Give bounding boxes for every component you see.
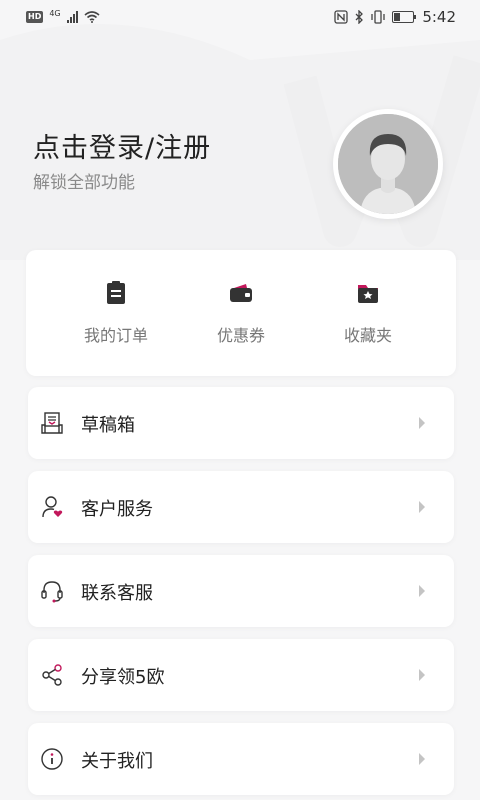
- chevron-right-icon: [419, 417, 425, 429]
- menu-label-about-us: 关于我们: [81, 751, 153, 772]
- coupon-wallet-icon: [230, 284, 252, 302]
- draft-box-icon: [41, 412, 63, 434]
- status-time: 5:42: [422, 8, 456, 26]
- vibrate-icon: [371, 10, 385, 24]
- menu-item-about-us[interactable]: 关于我们: [28, 723, 454, 795]
- customer-service-icon: [42, 496, 63, 518]
- avatar[interactable]: [333, 109, 443, 219]
- default-avatar-icon: [338, 114, 438, 214]
- login-subtitle: 解锁全部功能: [33, 173, 135, 193]
- chevron-right-icon: [419, 669, 425, 681]
- menu-label-contact-support: 联系客服: [81, 583, 153, 604]
- favorites-folder-icon: [358, 285, 378, 303]
- menu-item-share[interactable]: 分享领5欧: [28, 639, 454, 711]
- bluetooth-icon: [355, 10, 364, 24]
- favorites-button[interactable]: 收藏夹: [308, 280, 428, 346]
- login-register-link[interactable]: 点击登录/注册: [33, 126, 211, 165]
- chevron-right-icon: [419, 501, 425, 513]
- share-icon: [42, 664, 62, 686]
- menu-item-contact-support[interactable]: 联系客服: [28, 555, 454, 627]
- menu-label-customer-service: 客户服务: [81, 499, 153, 520]
- menu-label-drafts: 草稿箱: [81, 415, 135, 436]
- menu-label-share: 分享领5欧: [81, 667, 165, 688]
- network-type: 4G: [49, 9, 61, 18]
- quick-actions-card: 我的订单 优惠券 收藏夹: [26, 250, 456, 376]
- nfc-icon: [334, 10, 348, 24]
- info-icon: [41, 748, 63, 770]
- wifi-icon: [84, 11, 100, 23]
- menu-item-drafts[interactable]: 草稿箱: [28, 387, 454, 459]
- signal-icon: [66, 11, 78, 23]
- coupons-label: 优惠券: [216, 326, 265, 345]
- coupons-button[interactable]: 优惠券: [181, 280, 301, 346]
- chevron-right-icon: [419, 585, 425, 597]
- hd-badge: HD: [26, 11, 44, 23]
- favorites-label: 收藏夹: [343, 326, 392, 345]
- menu-item-customer-service[interactable]: 客户服务: [28, 471, 454, 543]
- my-orders-label: 我的订单: [83, 326, 148, 345]
- status-bar: HD 4G 5:42: [0, 0, 480, 34]
- my-orders-button[interactable]: 我的订单: [56, 280, 176, 346]
- battery-icon: [392, 11, 417, 23]
- chevron-right-icon: [419, 753, 425, 765]
- profile-header: 点击登录/注册 解锁全部功能: [0, 100, 480, 240]
- order-clipboard-icon: [107, 281, 125, 304]
- headset-icon: [41, 581, 63, 603]
